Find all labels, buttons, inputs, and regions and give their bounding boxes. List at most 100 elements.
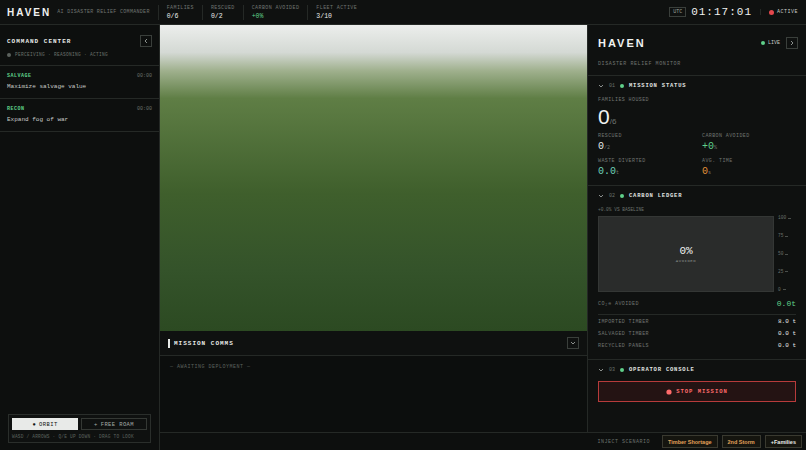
metric-label: SALVAGED TIMBER — [598, 331, 649, 337]
mission-status-indicator: ACTIVE — [760, 9, 798, 15]
ledger-value: 0.0 t — [778, 342, 796, 349]
header-stat: FAMILIES0/6 — [158, 5, 202, 20]
ledger-value: 8.0 t — [778, 318, 796, 325]
command-center: COMMAND CENTER PERCEIVING · REASONING · A… — [0, 25, 160, 450]
phase-dot — [7, 53, 11, 57]
stat-label: FAMILIES — [167, 5, 194, 11]
section-header[interactable]: 02 CARBON LEDGER — [588, 185, 806, 205]
metric: RESCUED0/2 — [598, 133, 692, 152]
task-text: Maximize salvage value — [7, 83, 152, 90]
unit: t — [616, 170, 619, 176]
metric: AVG. TIME0s — [702, 158, 796, 177]
carbon-chart: 0%AVOIDED1007550250 — [598, 216, 796, 292]
task-time: 00:00 — [137, 106, 152, 112]
ledger-row: IMPORTED TIMBER 8.0 t — [598, 315, 796, 327]
camera-mode-button[interactable]: ●ORBIT — [12, 418, 78, 430]
metric-value: 0.0t — [598, 166, 692, 177]
agent-phases: PERCEIVING · REASONING · ACTING — [0, 47, 159, 66]
chevron-left-icon — [143, 38, 149, 44]
metric-label: RECYCLED PANELS — [598, 343, 649, 349]
task-text: Expand fog of war — [7, 116, 152, 123]
chevron-down-icon — [570, 340, 576, 346]
panel-header: COMMAND CENTER — [0, 25, 159, 47]
mode-icon: ● — [32, 421, 36, 428]
section-header[interactable]: 01MISSION STATUS — [588, 75, 806, 95]
task-tag: RECON — [7, 106, 25, 112]
section-dot — [620, 194, 624, 198]
workspace: MISSION COMMS — AWAITING DEPLOYMENT — HAVE… — [160, 25, 806, 450]
co2-value: 0.0t — [777, 299, 796, 308]
top-bar: HAVENAI DISASTER RELIEF COMMANDERFAMILIE… — [0, 0, 806, 25]
header-stat: FLEET ACTIVE 3/10 — [307, 5, 365, 20]
main: COMMAND CENTER PERCEIVING · REASONING · A… — [0, 25, 806, 450]
section-number: 03 — [609, 367, 615, 373]
stat-label: RESCUED — [211, 5, 235, 11]
stat-label: FLEET ACTIVE — [316, 5, 357, 11]
ledger-row: RECYCLED PANELS 0.0 t — [598, 339, 796, 351]
monitor-title: HAVEN — [598, 37, 755, 49]
camera-hint: WASD / ARROWS · Q/E UP DOWN · DRAG TO LO… — [12, 434, 147, 439]
co2-total: CO₂e AVOIDED0.0t — [598, 299, 796, 315]
metric-label: IMPORTED TIMBER — [598, 319, 649, 325]
section-number: 02 — [609, 193, 615, 199]
axis-tick: 25 — [778, 270, 796, 275]
app: HAVENAI DISASTER RELIEF COMMANDERFAMILIE… — [0, 0, 806, 450]
section-dot — [620, 84, 624, 88]
ledger-value: 0.0 t — [778, 330, 796, 337]
scene-viewport[interactable] — [160, 25, 587, 331]
inject-button[interactable]: 2nd Storm — [722, 435, 761, 448]
metric-label: WASTE DIVERTED — [598, 158, 692, 164]
metric-value: 0/2 — [598, 141, 692, 152]
stat-label: CARBON AVOIDED — [252, 5, 300, 11]
camera-mode-button[interactable]: +FREE ROAM — [81, 418, 147, 430]
section-title: OPERATOR CONSOLE — [629, 366, 695, 373]
monitor-header: HAVENLIVEDISASTER RELIEF MONITOR — [588, 25, 806, 75]
section-dot — [620, 368, 624, 372]
collapse-button[interactable] — [140, 35, 152, 47]
chart-value: 0% — [679, 245, 692, 257]
unit: /6 — [610, 117, 617, 126]
logo: HAVEN — [7, 7, 51, 18]
stop-mission-button[interactable]: STOP MISSION — [598, 381, 796, 402]
headline-value: 0/6 — [598, 106, 796, 127]
inject-label: INJECT SCENARIO — [597, 439, 650, 445]
axis-tick: 0 — [778, 288, 796, 293]
inject-button[interactable]: +Families — [765, 435, 802, 448]
metric-value: 0s — [702, 166, 796, 177]
monitor-collapse-button[interactable] — [786, 37, 798, 49]
section-header[interactable]: 03 OPERATOR CONSOLE — [588, 359, 806, 379]
expand-chevron-icon — [598, 193, 604, 199]
center-column: MISSION COMMS — AWAITING DEPLOYMENT — — [160, 25, 587, 432]
panel-title: COMMAND CENTER — [7, 38, 71, 45]
comms-placeholder: — AWAITING DEPLOYMENT — — [170, 364, 577, 370]
metric-label: CARBON AVOIDED — [702, 133, 796, 139]
chart-axis: 1007550250 — [778, 216, 796, 292]
comms-log: — AWAITING DEPLOYMENT — — [160, 356, 587, 432]
metric-label: FAMILIES HOUSED — [598, 97, 796, 103]
task-time: 00:00 — [137, 73, 152, 79]
header-stat: RESCUED0/2 — [202, 5, 243, 20]
status-dot — [769, 10, 774, 15]
mission-status: FAMILIES HOUSED 0/6 RESCUED0/2 CARBON AVOID… — [588, 95, 806, 185]
stat-value: 3/10 — [316, 13, 357, 20]
task-row[interactable]: RECON 00:00 Expand fog of war — [0, 99, 159, 132]
clock-zone: UTC — [669, 7, 686, 17]
clock-time: 01:17:01 — [691, 6, 752, 18]
task-row[interactable]: SALVAGE00:00Maximize salvage value — [0, 66, 159, 99]
stat-value: +0% — [252, 13, 300, 20]
inject-button[interactable]: Timber Shortage — [662, 435, 718, 448]
chevron-right-icon — [789, 40, 795, 46]
section-title: CARBON LEDGER — [629, 192, 682, 199]
inject-bar: INJECT SCENARIO Timber Shortage 2nd Storm +… — [160, 432, 806, 450]
chart-caption: AVOIDED — [676, 259, 696, 263]
expand-chevron-icon — [598, 367, 604, 373]
expand-chevron-icon — [598, 83, 604, 89]
metric: WASTE DIVERTED 0.0t — [598, 158, 692, 177]
ledger-row: SALVAGED TIMBER 0.0 t — [598, 327, 796, 339]
comms-toggle[interactable] — [567, 337, 579, 349]
camera-controls: ●ORBIT+FREE ROAM WASD / ARROWS · Q/E UP D… — [8, 414, 151, 443]
comms-header: MISSION COMMS — [160, 331, 587, 356]
monitor-subtitle: DISASTER RELIEF MONITOR — [598, 61, 798, 67]
carbon-ledger: +0.0% VS BASELINE0%AVOIDED1007550250CO₂e… — [588, 205, 806, 359]
metric-grid: RESCUED0/2CARBON AVOIDED+0%WASTE DIVERTE… — [598, 133, 796, 177]
